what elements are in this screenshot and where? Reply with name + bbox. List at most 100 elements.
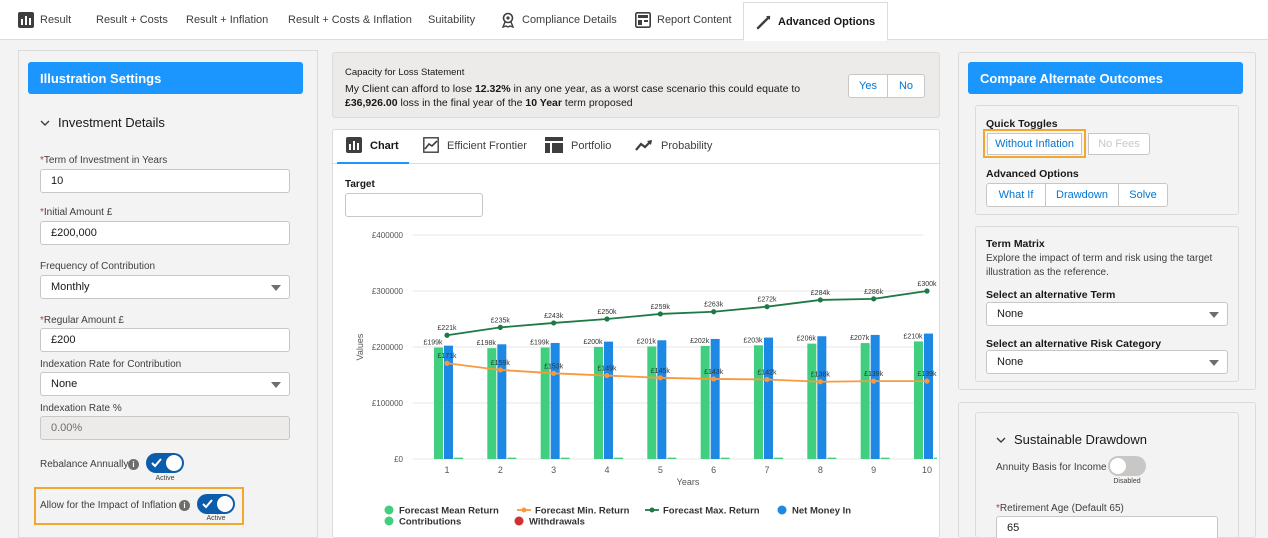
data-label: £272k [757,297,777,304]
alt-risk-label: Select an alternative Risk Category [986,338,1162,350]
bar-contributions [934,457,937,459]
chart-tab-efficient-frontier[interactable]: Efficient Frontier [423,130,527,162]
without-inflation-button[interactable]: Without Inflation [987,133,1082,155]
section-title: Sustainable Drawdown [1014,432,1147,447]
tab-label: Result + Costs & Inflation [288,14,412,26]
bar-contributions [774,457,783,459]
indexation-select[interactable]: None [40,372,290,396]
data-label: £142k [757,369,777,376]
retirement-age-input[interactable]: 65 [996,516,1218,538]
bar-forecast-mean [754,345,763,459]
sustainable-drawdown-section[interactable]: Sustainable Drawdown [996,432,1147,447]
chart-tab-chart[interactable]: Chart [346,130,399,162]
trend-icon [635,139,653,154]
rebalance-toggle[interactable] [146,453,184,473]
chevron-down-icon [1209,312,1219,318]
bar-contributions [560,457,570,459]
bar-forecast-mean [914,341,923,459]
data-label: £159k [491,360,511,367]
x-tick-label: 9 [871,465,876,475]
tab-result-inflation[interactable]: Result + Inflation [186,0,268,40]
line-chart-icon [423,136,439,156]
forecast-chart: £0 £100000 £200000 £300000 £400000 Values 1 2 3 4… [355,231,937,528]
regular-amount-label: *Regular Amount £ [40,315,124,326]
target-input[interactable] [345,193,483,217]
frequency-value: Monthly [51,281,90,293]
info-icon[interactable]: i [128,459,139,470]
bar-net-money-in [817,336,827,459]
frequency-select[interactable]: Monthly [40,275,290,299]
bar-contributions [667,457,677,459]
legend-marker-min [521,507,527,513]
x-tick-label: 3 [551,465,556,475]
x-tick-label: 8 [818,465,823,475]
tab-suitability[interactable]: Suitability [428,0,475,40]
drawdown-button[interactable]: Drawdown [1045,183,1119,207]
tab-result-costs-inflation[interactable]: Result + Costs & Inflation [288,0,412,40]
term-input[interactable]: 10 [40,169,290,193]
point-forecast-min [871,378,877,384]
data-label: £153k [544,363,564,370]
point-forecast-max [817,297,823,303]
data-label: £203k [743,337,763,344]
legend-label: Net Money In [792,506,851,517]
yes-button[interactable]: Yes [848,74,888,98]
investment-details-section[interactable]: Investment Details [40,115,165,130]
data-label: £138k [811,372,831,379]
bar-net-money-in [710,338,720,459]
point-forecast-max [497,324,503,330]
point-forecast-min [551,370,557,376]
tab-result[interactable]: Result [18,0,71,40]
x-axis-label: Years [677,477,700,487]
solve-button[interactable]: Solve [1118,183,1168,207]
data-label: £286k [864,289,884,296]
what-if-button[interactable]: What If [986,183,1046,207]
bar-contributions [720,457,730,459]
award-icon [500,12,516,28]
term-matrix-description: Explore the impact of term and risk usin… [986,253,1213,278]
no-button[interactable]: No [887,74,925,98]
y-tick-label: £400000 [372,231,404,240]
tab-result-costs[interactable]: Result + Costs [96,0,168,40]
tab-label: Efficient Frontier [447,140,527,152]
toggle-knob [166,455,182,471]
chart-tabs: Chart Efficient Frontier Portfolio Proba… [333,130,939,164]
tab-label: Report Content [657,14,732,26]
bar-forecast-mean [434,347,443,459]
tab-label: Compliance Details [522,14,617,26]
term-label: *Term of Investment in Years [40,155,168,166]
tab-label: Result [40,14,72,26]
initial-amount-input[interactable]: £200,000 [40,221,290,245]
bar-forecast-mean [807,343,817,459]
tab-advanced-options[interactable]: Advanced Options [743,2,889,41]
inflation-toggle[interactable] [197,494,235,514]
regular-amount-input[interactable]: £200 [40,328,290,352]
info-icon[interactable]: i [179,500,190,511]
bar-contributions [827,457,837,459]
point-forecast-max [657,311,663,317]
bar-forecast-mean [860,343,870,459]
legend-label: Withdrawals [529,517,585,528]
tab-label: Result + Costs [96,14,168,26]
tab-compliance-details[interactable]: Compliance Details [500,0,617,40]
legend-label: Forecast Min. Return [535,506,630,517]
annuity-toggle[interactable] [1108,456,1146,476]
point-forecast-max [551,320,557,326]
alt-term-select[interactable]: None [986,302,1228,326]
capacity-line-1: My Client can afford to lose 12.32% in a… [345,83,801,95]
legend-marker-contributions [384,516,394,526]
data-label: £235k [491,317,511,324]
alt-risk-select[interactable]: None [986,350,1228,374]
initial-amount-label: *Initial Amount £ [40,207,113,218]
bar-contributions [454,457,463,459]
chevron-down-icon [40,115,50,130]
chart-tab-portfolio[interactable]: Portfolio [545,130,611,162]
tab-report-content[interactable]: Report Content [635,0,732,40]
data-label: £199k [530,340,550,347]
point-forecast-max [924,288,930,294]
chart-tab-probability[interactable]: Probability [635,130,712,162]
check-icon [151,458,162,468]
target-label: Target [345,179,375,190]
table-icon [545,136,563,156]
legend-marker-net [777,505,787,515]
